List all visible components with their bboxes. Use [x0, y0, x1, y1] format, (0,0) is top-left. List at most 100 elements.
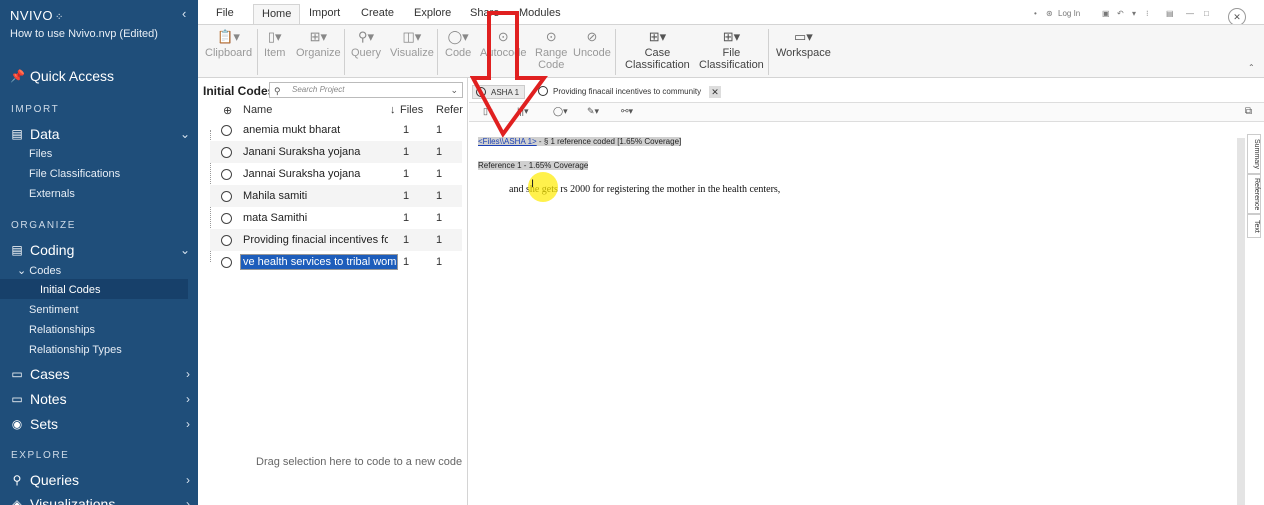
- link-icon[interactable]: ⚯▾: [621, 106, 633, 117]
- uncode-button[interactable]: ⊘ Uncode: [573, 29, 611, 59]
- minimize-icon[interactable]: —: [1186, 9, 1194, 18]
- maximize-icon[interactable]: □: [1204, 9, 1209, 18]
- tab-import[interactable]: Import: [309, 7, 340, 19]
- sidebar-item-label: Data: [30, 126, 60, 142]
- collapse-ribbon-icon[interactable]: ⌃: [1248, 63, 1255, 72]
- sidebar-item-visualizations[interactable]: ◈ Visualizations ›: [10, 496, 190, 505]
- col-header-files[interactable]: Files: [400, 104, 423, 116]
- project-title: How to use Nvivo.nvp (Edited): [10, 28, 158, 40]
- table-row[interactable]: mata Samithi 1 1: [210, 207, 462, 229]
- table-row[interactable]: Janani Suraksha yojana 1 1: [210, 141, 462, 163]
- table-row[interactable]: Mahila samiti 1 1: [210, 185, 462, 207]
- window-icon[interactable]: ▤: [1166, 9, 1174, 18]
- sidebar-item-sentiment[interactable]: Sentiment: [29, 304, 79, 316]
- undo-icon[interactable]: ↶: [1117, 9, 1124, 18]
- coding-icon: ▤: [11, 243, 23, 257]
- code-radio-icon: [221, 257, 232, 268]
- sidebar-item-label: Queries: [30, 472, 80, 488]
- case-classification-button[interactable]: ⊞▾ Case Classification: [625, 29, 690, 71]
- sidebar-item-label: Coding: [30, 242, 75, 258]
- sidebar-item-file-classifications[interactable]: File Classifications: [29, 168, 120, 180]
- code-button[interactable]: ◯▾ Code: [445, 29, 471, 59]
- highlight-icon[interactable]: ◯▾: [553, 106, 568, 117]
- visualize-button[interactable]: ◫▾ Visualize: [390, 29, 434, 59]
- chevron-down-icon[interactable]: ⌄: [450, 83, 458, 97]
- ribbon-tabs: File Home Import Create Explore Share Mo…: [198, 0, 1264, 24]
- help-icon[interactable]: •: [1034, 9, 1037, 18]
- organize-button[interactable]: ⊞▾ Organize: [296, 29, 341, 59]
- item-button[interactable]: ▯▾ Item: [264, 29, 285, 59]
- login-link[interactable]: Log In: [1058, 9, 1080, 18]
- code-name-edit-field[interactable]: ve health services to tribal women: [240, 254, 398, 270]
- side-tab-reference[interactable]: Reference: [1247, 174, 1261, 214]
- sidebar-item-relationships[interactable]: Relationships: [29, 324, 95, 336]
- divider: [768, 29, 769, 75]
- sidebar-item-label: Notes: [30, 391, 67, 407]
- sidebar-item-sets[interactable]: ◉ Sets ›: [10, 416, 190, 432]
- table-row[interactable]: ve health services to tribal women 1 1: [210, 251, 462, 273]
- side-tab-summary[interactable]: Summary: [1247, 134, 1261, 174]
- file-classification-button[interactable]: ⊞▾ File Classification: [699, 29, 764, 71]
- side-tab-text[interactable]: Text: [1247, 214, 1261, 238]
- annotate-icon[interactable]: ✎▾: [587, 106, 599, 117]
- sidebar-item-codes[interactable]: ⌄ Codes: [17, 264, 61, 277]
- sidebar-item-relationship-types[interactable]: Relationship Types: [29, 344, 122, 356]
- file-link[interactable]: <Files\\ASHA 1>: [478, 137, 537, 146]
- query-icon: ⚲▾: [357, 29, 374, 44]
- dropdown-icon[interactable]: ▾: [1132, 9, 1136, 18]
- sidebar-item-cases[interactable]: ▭ Cases ›: [10, 366, 190, 382]
- divider: [344, 29, 345, 75]
- sidebar-item-notes[interactable]: ▭ Notes ›: [10, 391, 190, 407]
- sidebar-item-quick-access[interactable]: 📌 Quick Access: [10, 68, 190, 84]
- workspace-icon: ▭▾: [794, 29, 813, 44]
- search-input[interactable]: ⚲ Search Project ⌄: [269, 82, 463, 98]
- chart-icon: ◈: [12, 497, 22, 505]
- table-row[interactable]: Jannai Suraksha yojana 1 1: [210, 163, 462, 185]
- query-button[interactable]: ⚲▾ Query: [351, 29, 381, 59]
- save-icon[interactable]: ▣: [1102, 9, 1110, 18]
- reference-header: Reference 1 - 1.65% Coverage: [478, 161, 589, 170]
- sidebar-item-initial-codes[interactable]: Initial Codes: [40, 284, 101, 296]
- close-tab-icon[interactable]: ✕: [709, 86, 721, 98]
- uncode-icon: ⊘: [586, 29, 598, 44]
- more-icon[interactable]: ⁝: [1146, 9, 1149, 18]
- clipboard-button[interactable]: 📋▾ Clipboard: [205, 29, 252, 59]
- panel-title: Initial Codes: [203, 84, 275, 98]
- code-radio-icon: [221, 235, 232, 246]
- clipboard-icon: 📋▾: [217, 29, 240, 44]
- sidebar-item-data[interactable]: ▤ Data ⌄: [10, 126, 190, 142]
- sidebar-item-coding[interactable]: ▤ Coding ⌄: [10, 242, 190, 258]
- sets-icon: ◉: [11, 417, 23, 431]
- tab-home[interactable]: Home: [253, 4, 301, 24]
- workspace-button[interactable]: ▭▾ Workspace: [776, 29, 831, 59]
- tab-explore[interactable]: Explore: [414, 7, 451, 19]
- tab-file[interactable]: File: [216, 7, 234, 19]
- sort-icon[interactable]: ↓: [390, 104, 396, 116]
- user-icon[interactable]: ⊛: [1046, 9, 1053, 18]
- case-classification-icon: ⊞▾: [648, 29, 667, 44]
- table-row[interactable]: anemia mukt bharat 1 1: [210, 119, 462, 141]
- tab-code-providing[interactable]: Providing finacail incentives to communi…: [535, 85, 707, 110]
- database-icon: ▤: [11, 127, 23, 141]
- text-cursor-icon: I: [531, 178, 535, 190]
- vertical-scrollbar[interactable]: [1237, 138, 1245, 505]
- collapse-sidebar-icon[interactable]: ‹: [182, 6, 186, 21]
- code-radio-icon: [221, 147, 232, 158]
- restore-window-icon[interactable]: ⧉: [1245, 106, 1252, 117]
- tab-create[interactable]: Create: [361, 7, 394, 19]
- col-header-refs[interactable]: Refer: [436, 104, 463, 116]
- ribbon-toolbar: 📋▾ Clipboard ▯▾ Item ⊞▾ Organize ⚲▾ Query ◫▾…: [198, 24, 1264, 78]
- section-explore: EXPLORE: [11, 450, 70, 461]
- detail-view: ASHA 1 Providing finacail incentives to …: [469, 78, 1264, 505]
- table-row[interactable]: Providing finacial incentives fo 1 1: [210, 229, 462, 251]
- sidebar-item-queries[interactable]: ⚲ Queries ›: [10, 472, 190, 488]
- add-column-icon[interactable]: ⊕: [223, 104, 232, 117]
- sidebar-item-externals[interactable]: Externals: [29, 188, 75, 200]
- code-radio-icon: [221, 213, 232, 224]
- col-header-name[interactable]: Name: [243, 104, 272, 116]
- chevron-down-icon: ⌄: [17, 265, 30, 277]
- code-radio-icon: [221, 191, 232, 202]
- divider: [257, 29, 258, 75]
- search-icon: ⚲: [12, 473, 22, 487]
- sidebar-item-files[interactable]: Files: [29, 148, 52, 160]
